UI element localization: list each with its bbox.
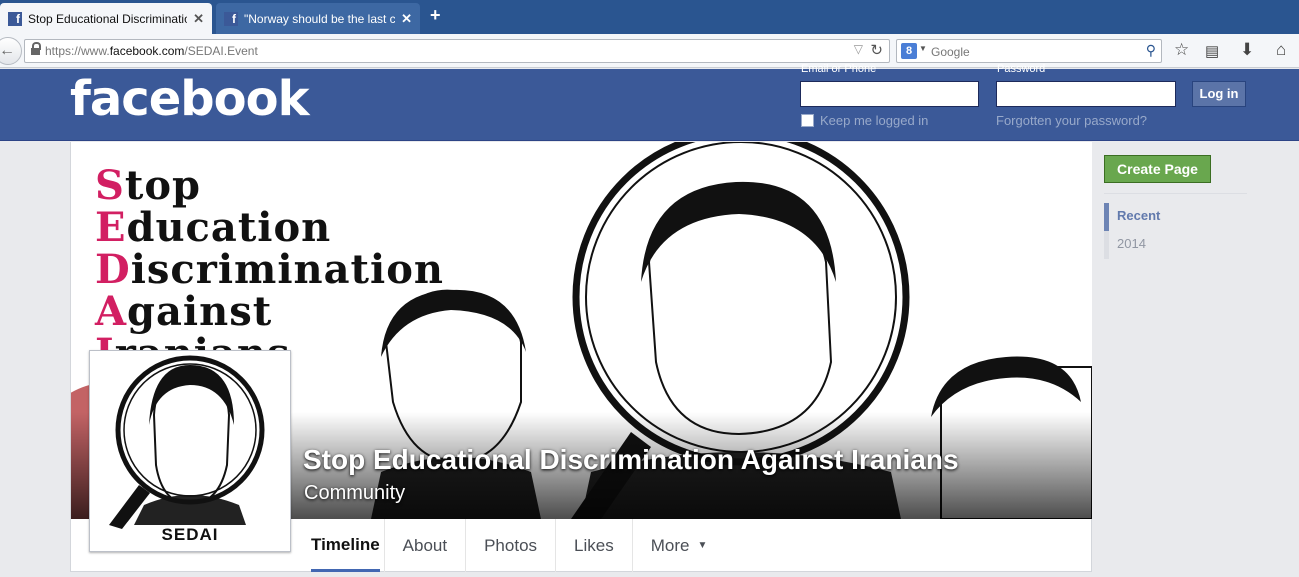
facebook-logo[interactable]: facebook [70, 71, 310, 127]
new-tab-button[interactable]: + [430, 5, 441, 26]
profile-picture[interactable]: SEDAI [89, 350, 291, 552]
cover-text-line-1: Stop [95, 162, 202, 209]
cover-text-line-2: Education [95, 204, 332, 251]
search-bar[interactable]: 8 ▼ Google ⚲ [896, 39, 1162, 63]
email-label: Email or Phone [801, 63, 877, 75]
bookmark-star-icon[interactable]: ☆ [1174, 40, 1189, 60]
url-bar[interactable]: https://www.facebook.com/SEDAI.Event ▽ ↻ [24, 39, 890, 63]
email-field[interactable] [800, 81, 979, 107]
timeline-scrubber: Recent 2014 [1104, 203, 1160, 259]
browser-nav-bar: ← https://www.facebook.com/SEDAI.Event ▽… [0, 34, 1299, 68]
url-text: https://www.facebook.com/SEDAI.Event [45, 44, 258, 58]
tab-more[interactable]: More ▼ [633, 519, 726, 572]
facebook-favicon-icon: f [224, 11, 238, 26]
reading-list-icon[interactable]: ▤ [1205, 42, 1219, 60]
lock-icon [31, 42, 41, 55]
browser-tab-active[interactable]: f Stop Educational Discriminatio... ✕ [0, 3, 212, 34]
page-title[interactable]: Stop Educational Discrimination Against … [303, 444, 959, 476]
page-category[interactable]: Community [304, 482, 405, 505]
google-search-engine-icon[interactable]: 8 [901, 43, 917, 59]
facebook-favicon-icon: f [8, 11, 22, 26]
tab-title: Stop Educational Discriminatio... [28, 11, 188, 26]
tab-photos[interactable]: Photos [466, 519, 557, 572]
reload-icon[interactable]: ↻ [870, 41, 883, 59]
tab-close-icon[interactable]: ✕ [193, 11, 204, 27]
forgot-password-link[interactable]: Forgotten your password? [996, 113, 1147, 128]
tab-timeline[interactable]: Timeline [307, 519, 385, 572]
password-label: Password [997, 63, 1046, 75]
create-page-button[interactable]: Create Page [1104, 155, 1211, 183]
tab-likes[interactable]: Likes [556, 519, 633, 572]
page-tab-bar: Timeline About Photos Likes More ▼ [307, 519, 725, 572]
password-field[interactable] [996, 81, 1176, 107]
chevron-down-icon: ▼ [697, 540, 708, 551]
profile-label: SEDAI [161, 525, 219, 544]
cover-text-line-3: Discrimination [95, 246, 444, 293]
page-card: Stop Education Discrimination Against Ir… [70, 142, 1092, 572]
tab-close-icon[interactable]: ✕ [401, 11, 412, 27]
login-button[interactable]: Log in [1192, 81, 1246, 107]
download-icon[interactable]: ⬇ [1240, 40, 1254, 60]
engine-dropdown-icon[interactable]: ▼ [919, 44, 927, 53]
back-button[interactable]: ← [0, 37, 22, 65]
browser-tab-bar: f Stop Educational Discriminatio... ✕ f … [0, 0, 1299, 34]
search-icon[interactable]: ⚲ [1146, 42, 1156, 59]
tab-about[interactable]: About [385, 519, 467, 572]
cover-text-line-4: Against [95, 288, 273, 335]
sidebar-divider [1104, 193, 1247, 194]
facebook-header: facebook Email or Phone Password Keep me… [0, 63, 1299, 141]
url-dropdown-icon[interactable]: ▽ [854, 42, 863, 56]
profile-picture-image: SEDAI [94, 355, 286, 547]
keep-logged-in-checkbox[interactable] [801, 114, 814, 127]
profile-illustration [109, 355, 265, 529]
keep-logged-in-label[interactable]: Keep me logged in [820, 113, 928, 128]
tab-title: "Norway should be the last ch... [244, 11, 396, 26]
search-placeholder: Google [931, 45, 970, 59]
browser-tab-inactive[interactable]: f "Norway should be the last ch... ✕ [216, 3, 420, 34]
scrubber-recent[interactable]: Recent [1104, 203, 1160, 231]
scrubber-year-2014[interactable]: 2014 [1104, 231, 1160, 259]
home-icon[interactable]: ⌂ [1276, 40, 1286, 60]
